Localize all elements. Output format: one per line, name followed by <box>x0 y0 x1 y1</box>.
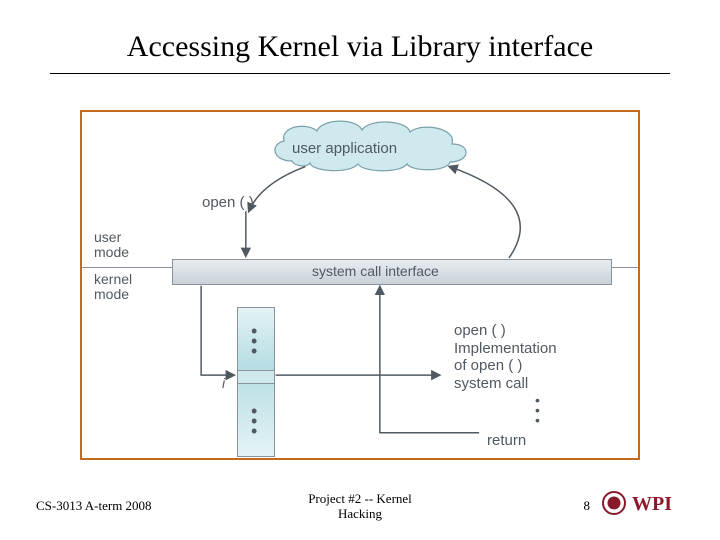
open-call-bottom-label: open ( ) <box>454 322 506 339</box>
implementation-label: Implementation of open ( ) system call <box>454 340 557 392</box>
dots-icon: ••• <box>535 396 540 425</box>
dots-icon: ••• <box>251 327 257 357</box>
open-call-top-label: open ( ) <box>202 194 254 211</box>
svg-text:WPI: WPI <box>632 493 672 515</box>
index-i-label: i <box>222 375 225 391</box>
syscall-table-slot-i <box>238 370 274 384</box>
title-underline <box>50 73 670 74</box>
user-application-label: user application <box>292 140 397 157</box>
diagram-frame: user application open ( ) user mode kern… <box>80 110 640 460</box>
slide-title: Accessing Kernel via Library interface <box>0 30 720 64</box>
dots-icon: ••• <box>251 407 257 437</box>
return-label: return <box>487 432 526 449</box>
diagram: user application open ( ) user mode kern… <box>82 112 638 458</box>
user-mode-label: user mode <box>94 230 129 261</box>
kernel-mode-label: kernel mode <box>94 272 132 303</box>
wpi-logo: WPI <box>602 489 690 522</box>
footer-page-number: 8 <box>584 498 591 514</box>
system-call-interface-label: system call interface <box>312 263 439 279</box>
footer: CS-3013 A-term 2008 Project #2 -- Kernel… <box>0 482 720 522</box>
